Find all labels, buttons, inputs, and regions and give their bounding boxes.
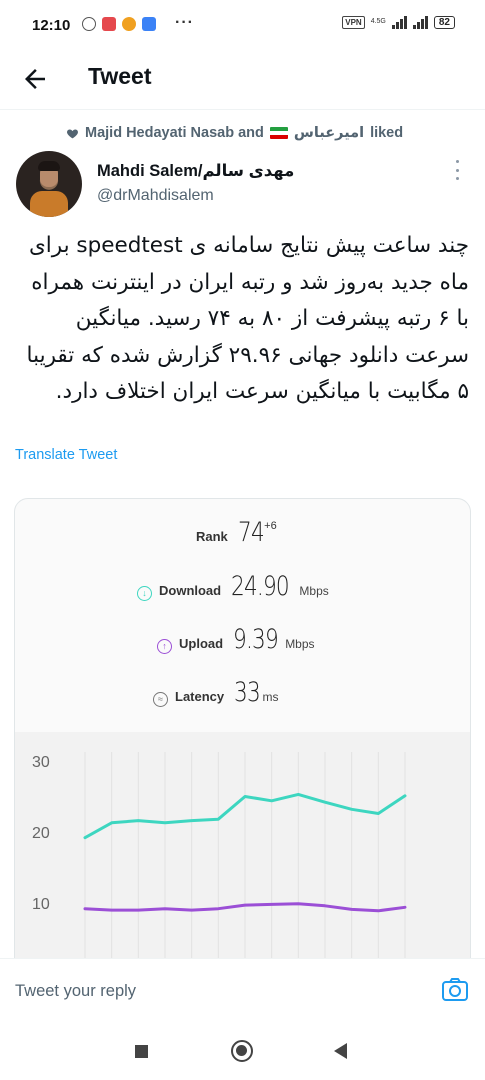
latency-unit: ms <box>262 690 279 704</box>
download-label: Download <box>159 583 222 598</box>
y-tick-label: 30 <box>32 754 50 771</box>
system-nav-bar <box>0 1022 485 1080</box>
y-tick-label: 10 <box>32 896 50 913</box>
author-display-name[interactable]: Mahdi Salem/مهدی سالم <box>97 161 294 181</box>
upload-stat: ↑ Upload 9.39 Mbps <box>157 624 315 655</box>
liked-by-name: امیرعباس <box>293 125 365 141</box>
tweet-media-image[interactable]: Rank 74 +6 ↓ Download 24.90 Mbps ↑ Uploa… <box>14 498 471 1018</box>
page-title: Tweet <box>88 63 152 89</box>
status-time: 12:10 <box>32 17 71 34</box>
system-icons: VPN 4.5G 82 <box>342 15 455 29</box>
arrow-left-icon[interactable] <box>20 64 50 94</box>
upload-icon: ↑ <box>157 638 172 654</box>
social-context[interactable]: Majid Hedayati Nasab and امیرعباس liked <box>66 125 403 141</box>
vpn-icon: VPN <box>342 15 365 29</box>
camera-icon[interactable] <box>441 977 469 1003</box>
signal-icon <box>412 15 428 29</box>
avatar[interactable] <box>16 151 82 217</box>
network-type: 4.5G <box>370 18 386 25</box>
heart-icon <box>67 128 78 138</box>
latency-icon: ≈ <box>153 691 168 707</box>
app-icon <box>122 17 136 31</box>
reply-input[interactable]: Tweet your reply <box>15 982 136 1001</box>
latency-stat: ≈ Latency 33 ms <box>153 677 279 708</box>
download-value: 24.90 <box>231 571 290 602</box>
battery-icon: 82 <box>433 15 455 29</box>
more-options-icon[interactable] <box>456 160 462 180</box>
upload-unit: Mbps <box>285 637 315 651</box>
alarm-icon <box>82 17 96 31</box>
y-tick-label: 20 <box>32 825 50 842</box>
iran-flag-icon <box>269 127 288 139</box>
download-unit: Mbps <box>299 584 329 598</box>
status-bar: 12:10 ··· VPN 4.5G 82 <box>0 0 485 52</box>
liked-by-names: Majid Hedayati Nasab and <box>85 125 264 141</box>
home-button[interactable] <box>231 1040 253 1062</box>
liked-label: liked <box>370 125 404 141</box>
download-stat: ↓ Download 24.90 Mbps <box>137 571 329 602</box>
latency-label: Latency <box>175 689 225 704</box>
upload-value: 9.39 <box>233 624 279 655</box>
latency-value: 33 <box>234 677 261 708</box>
upload-label: Upload <box>179 636 224 651</box>
rank-change: +6 <box>264 520 277 532</box>
rank-stat: Rank 74 +6 <box>196 517 277 548</box>
back-button[interactable] <box>334 1043 347 1059</box>
rank-value: 74 <box>237 517 265 548</box>
download-icon: ↓ <box>137 585 152 601</box>
translate-tweet-link[interactable]: Translate Tweet <box>15 447 117 463</box>
recents-button[interactable] <box>135 1045 148 1058</box>
top-app-bar: Tweet <box>0 52 485 110</box>
notification-icons <box>82 17 156 31</box>
signal-icon <box>391 15 407 29</box>
reply-bar: Tweet your reply <box>0 958 485 1022</box>
rank-label: Rank <box>196 529 228 544</box>
author-handle[interactable]: @drMahdisalem <box>97 187 214 205</box>
tweet-text: چند ساعت پیش نتایج سامانه ی speedtest بر… <box>26 233 469 404</box>
app-icon <box>142 17 156 31</box>
app-icon <box>102 17 116 31</box>
more-notifications-icon: ··· <box>175 14 194 31</box>
